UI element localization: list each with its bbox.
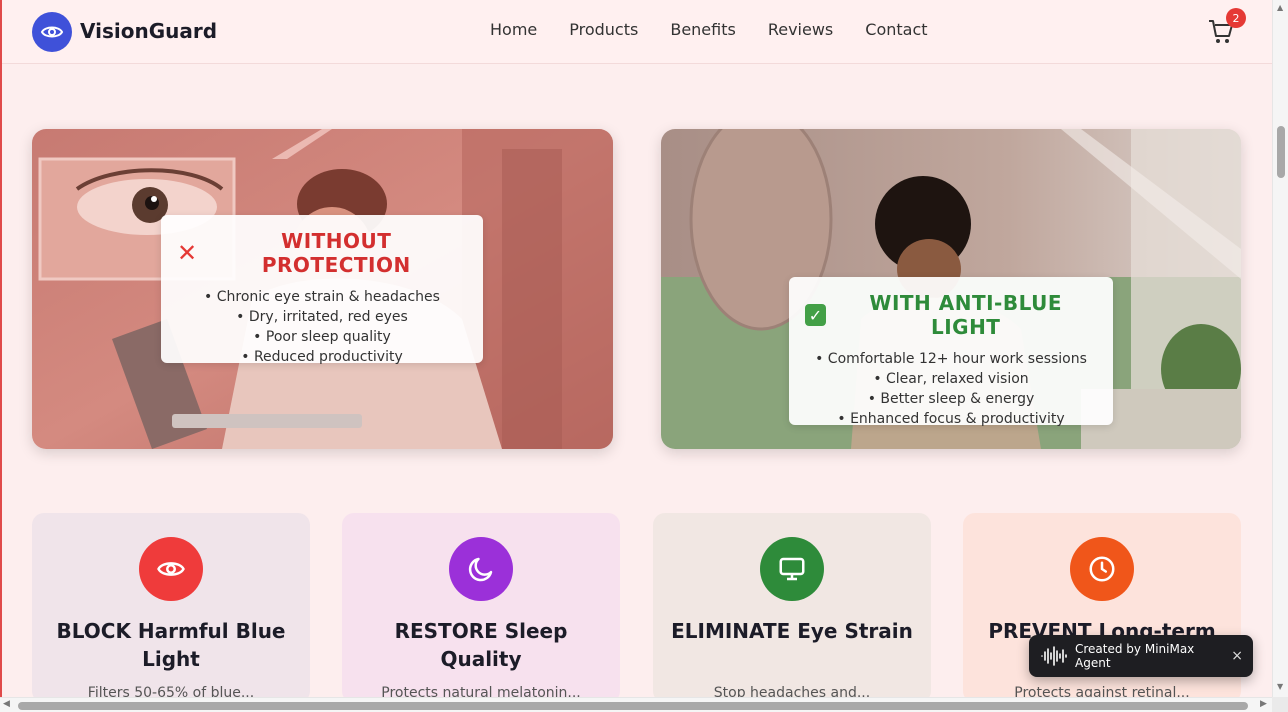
vertical-scroll-thumb[interactable] bbox=[1277, 126, 1285, 178]
with-point: • Enhanced focus & productivity bbox=[837, 411, 1065, 427]
without-protection-info: ✕ WITHOUT PROTECTION • Chronic eye strai… bbox=[161, 215, 483, 365]
with-protection-info: ✓ WITH ANTI-BLUE LIGHT • Comfortable 12+… bbox=[789, 277, 1113, 427]
feature-title: RESTORE Sleep Quality bbox=[394, 619, 568, 671]
horizontal-scrollbar[interactable]: ◀ ▶ bbox=[0, 697, 1272, 712]
nav-products[interactable]: Products bbox=[569, 20, 638, 39]
feature-title: BLOCK Harmful Blue Light bbox=[56, 619, 286, 671]
waveform-icon bbox=[1041, 646, 1067, 666]
cart-count-badge: 2 bbox=[1226, 8, 1246, 28]
cross-mark-icon: ✕ bbox=[177, 239, 198, 267]
feature-card-eliminate: ELIMINATE Eye Strain Stop headaches and.… bbox=[653, 513, 931, 703]
scroll-down-arrow-icon[interactable]: ▼ bbox=[1277, 682, 1283, 691]
nav-home[interactable]: Home bbox=[490, 20, 537, 39]
nav-benefits[interactable]: Benefits bbox=[670, 20, 736, 39]
nav-reviews[interactable]: Reviews bbox=[768, 20, 833, 39]
moon-icon bbox=[449, 537, 513, 601]
with-point: • Comfortable 12+ hour work sessions bbox=[815, 351, 1087, 367]
eye-logo-icon bbox=[40, 26, 64, 38]
with-protection-card: ✓ WITH ANTI-BLUE LIGHT • Comfortable 12+… bbox=[661, 129, 1241, 449]
eye-icon bbox=[139, 537, 203, 601]
without-protection-title: WITHOUT PROTECTION bbox=[261, 229, 411, 277]
toast-text: Created by MiniMax Agent bbox=[1075, 642, 1195, 670]
feature-title: ELIMINATE Eye Strain bbox=[671, 619, 913, 643]
feature-card-block: BLOCK Harmful Blue Light Filters 50-65% … bbox=[32, 513, 310, 703]
without-point: • Chronic eye strain & headaches bbox=[204, 289, 440, 305]
feature-card-restore: RESTORE Sleep Quality Protects natural m… bbox=[342, 513, 620, 703]
check-mark-icon: ✓ bbox=[805, 304, 827, 326]
with-point: • Better sleep & energy bbox=[867, 391, 1035, 407]
created-by-toast[interactable]: Created by MiniMax Agent × bbox=[1029, 635, 1253, 677]
with-point: • Clear, relaxed vision bbox=[873, 371, 1029, 387]
scrollbar-corner bbox=[1272, 697, 1288, 712]
page-accent-border bbox=[0, 0, 2, 712]
scroll-left-arrow-icon[interactable]: ◀ bbox=[3, 699, 10, 709]
toast-close-button[interactable]: × bbox=[1231, 648, 1243, 664]
monitor-icon bbox=[760, 537, 824, 601]
nav-contact[interactable]: Contact bbox=[865, 20, 927, 39]
scroll-right-arrow-icon[interactable]: ▶ bbox=[1260, 699, 1267, 709]
logo[interactable] bbox=[32, 12, 72, 52]
without-point: • Reduced productivity bbox=[241, 349, 403, 365]
clock-icon bbox=[1070, 537, 1134, 601]
without-point: • Dry, irritated, red eyes bbox=[236, 309, 408, 325]
with-protection-title: WITH ANTI-BLUE LIGHT bbox=[869, 291, 1063, 339]
horizontal-scroll-thumb[interactable] bbox=[18, 702, 1248, 710]
site-header: VisionGuard Home Products Benefits Revie… bbox=[2, 0, 1272, 64]
without-protection-card: ✕ WITHOUT PROTECTION • Chronic eye strai… bbox=[32, 129, 613, 449]
vertical-scrollbar[interactable]: ▲ ▼ bbox=[1272, 0, 1288, 697]
without-point: • Poor sleep quality bbox=[253, 329, 391, 345]
scroll-up-arrow-icon[interactable]: ▲ bbox=[1277, 3, 1283, 12]
brand-name[interactable]: VisionGuard bbox=[80, 19, 217, 43]
main-nav: Home Products Benefits Reviews Contact bbox=[490, 20, 960, 39]
